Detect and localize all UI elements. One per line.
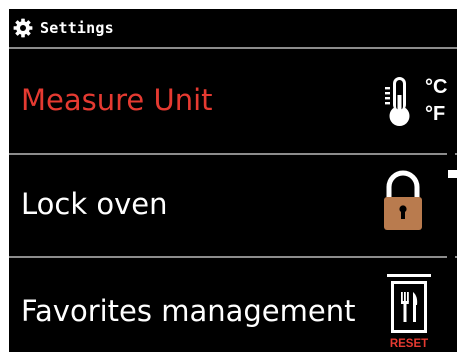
header-bar: Settings	[9, 9, 457, 47]
menu-item-label: Lock oven	[21, 187, 168, 221]
scrollbar-thumb[interactable]	[448, 170, 457, 178]
thermometer-icon: °C °F	[385, 76, 447, 126]
menu-item-measure-unit[interactable]: Measure Unit °C °F	[9, 49, 457, 153]
celsius-label: °C	[425, 76, 447, 98]
scrollbar[interactable]	[447, 128, 455, 352]
padlock-icon	[384, 170, 422, 230]
menu-item-label: Favorites management	[21, 294, 356, 328]
reset-label: RESET	[390, 338, 428, 350]
page-title: Settings	[40, 19, 114, 37]
favorites-reset-icon: RESET	[387, 274, 431, 350]
fahrenheit-label: °F	[425, 103, 445, 125]
menu-item-lock-oven[interactable]: Lock oven	[9, 155, 457, 256]
settings-screen: Settings Measure Unit °C °F Lock oven Fa…	[9, 9, 457, 352]
menu-item-favorites-management[interactable]: Favorites management RESET	[9, 258, 457, 352]
menu-item-label: Measure Unit	[21, 83, 213, 117]
gear-icon	[13, 18, 33, 38]
